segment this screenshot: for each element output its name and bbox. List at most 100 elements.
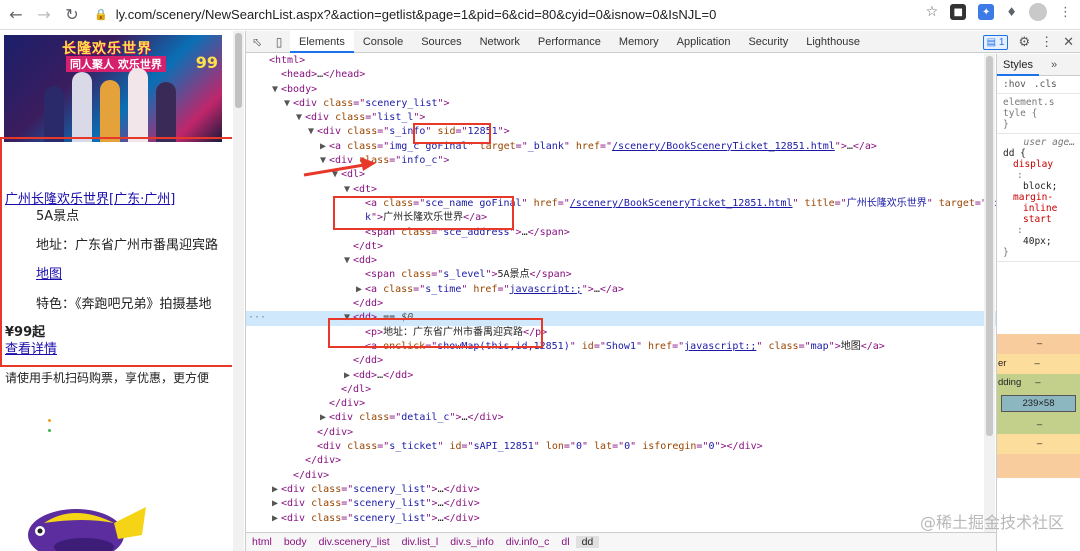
settings-gear-icon[interactable]: ⚙ — [1018, 34, 1030, 50]
attr-name-token: href — [533, 197, 558, 209]
tab-performance[interactable]: Performance — [529, 31, 610, 53]
more-tabs-icon[interactable]: » — [1051, 59, 1057, 71]
scenic-banner-image[interactable]: 长隆欢乐世界 同人聚人 欢乐世界 99 — [4, 35, 222, 142]
expand-toggle-icon[interactable]: ▶ — [320, 411, 329, 425]
star-icon[interactable]: ☆ — [926, 4, 939, 20]
view-detail-link[interactable]: 查看详情 — [5, 338, 57, 357]
expand-toggle-icon[interactable]: ▶ — [272, 497, 281, 511]
crumb-scenery-list[interactable]: div.scenery_list — [313, 536, 396, 548]
dom-tree[interactable]: <html> <head>…</head> ▼ <body> ▼ <div class="… — [246, 54, 996, 532]
puzzle-icon[interactable]: ♦ — [1006, 5, 1017, 19]
tab-styles[interactable]: Styles — [997, 54, 1039, 76]
forward-arrow-icon[interactable]: → — [32, 3, 56, 27]
profile-avatar[interactable] — [1029, 3, 1047, 21]
node-actions-icon[interactable]: ··· — [248, 311, 266, 325]
poi-name-line[interactable]: 广州长隆欢乐世界[广东·广州] — [5, 188, 175, 207]
extension-2-icon[interactable]: ✦ — [978, 4, 995, 20]
dom-node-line[interactable]: </dd> — [246, 354, 996, 368]
dom-node-line[interactable]: </div> — [246, 426, 996, 440]
dom-node-line[interactable]: <html> — [246, 54, 996, 68]
dom-node-line[interactable]: </div> — [246, 469, 996, 483]
crumb-s-info[interactable]: div.s_info — [444, 536, 500, 548]
expand-toggle-icon[interactable]: ▶ — [356, 283, 365, 297]
tab-elements[interactable]: Elements — [290, 30, 354, 53]
dom-node-line[interactable]: ▶ <div class="scenery_list">…</div> — [246, 497, 996, 511]
dom-node-line[interactable]: ▶ <div class="scenery_list">…</div> — [246, 512, 996, 526]
dom-node-line[interactable]: ▶ <div class="detail_c">…</div> — [246, 411, 996, 425]
device-toolbar-icon[interactable]: ▯ — [268, 31, 290, 53]
tag-token: <div — [281, 498, 312, 510]
dom-node-line[interactable]: </div> — [246, 454, 996, 468]
crumb-html[interactable]: html — [246, 536, 278, 548]
page-scroll-thumb[interactable] — [235, 33, 242, 108]
dom-node-line[interactable]: </dl> — [246, 383, 996, 397]
attr-value-token[interactable]: /scenery/BookSceneryTicket_12851.html — [612, 141, 835, 152]
expand-toggle-icon[interactable]: ▶ — [320, 140, 329, 154]
dom-node-line[interactable]: <div class="s_ticket" id="sAPI_12851" lo… — [246, 440, 996, 454]
tab-memory[interactable]: Memory — [610, 31, 668, 53]
dom-node-line[interactable]: ▶ <a class="s_time" href="javascript:;">…… — [246, 283, 996, 297]
poi-city-link[interactable]: 广州 — [144, 192, 170, 207]
dom-node-line[interactable]: ▼ <div class="s_info" sid="12851"> — [246, 125, 996, 139]
poi-address: 地址：广东省广州市番禺迎宾路 — [36, 238, 219, 253]
map-link[interactable]: 地图 — [36, 263, 62, 282]
expand-toggle-icon[interactable]: ▼ — [308, 125, 317, 139]
dom-node-line[interactable]: ▶ <dd>…</dd> — [246, 369, 996, 383]
dom-node-line[interactable]: </dd> — [246, 297, 996, 311]
tab-application[interactable]: Application — [668, 31, 740, 53]
expand-toggle-icon[interactable]: ▼ — [284, 97, 293, 111]
element-style-rule[interactable]: element.s tyle { } — [997, 94, 1080, 134]
crumb-info-c[interactable]: div.info_c — [500, 536, 556, 548]
menu-icon[interactable]: ⋮ — [1059, 5, 1072, 20]
tab-console[interactable]: Console — [354, 31, 412, 53]
dom-node-line[interactable]: ▼ <div class="list_l"> — [246, 111, 996, 125]
dom-node-line[interactable]: </div> — [246, 397, 996, 411]
close-icon[interactable]: ✕ — [1063, 34, 1074, 50]
dom-node-line[interactable]: <head>…</head> — [246, 68, 996, 82]
hov-toggle[interactable]: :hov — [1003, 79, 1026, 90]
crumb-dl[interactable]: dl — [555, 536, 575, 548]
blimp-mascot-icon[interactable] — [14, 493, 154, 551]
expand-toggle-icon[interactable]: ▶ — [272, 483, 281, 497]
cls-toggle[interactable]: .cls — [1034, 79, 1057, 90]
dom-node-line[interactable]: </dt> — [246, 240, 996, 254]
attr-value-token[interactable]: /scenery/BookSceneryTicket_12851.html — [570, 198, 793, 209]
dd-user-agent-rule[interactable]: user age… dd { display : block; margin- … — [997, 134, 1080, 262]
expand-toggle-icon[interactable]: ▼ — [272, 83, 281, 97]
back-arrow-icon[interactable]: ← — [4, 3, 28, 27]
expand-toggle-icon[interactable]: ▼ — [344, 254, 353, 268]
tab-security[interactable]: Security — [739, 31, 797, 53]
attr-value-token[interactable]: javascript:; — [510, 284, 582, 295]
dom-node-line[interactable]: <span class="s_level">5A景点</span> — [246, 268, 996, 282]
crumb-body[interactable]: body — [278, 536, 313, 548]
colon-2: : — [1017, 225, 1023, 236]
inspect-element-icon[interactable]: ⬁ — [246, 31, 268, 53]
tab-network[interactable]: Network — [471, 31, 529, 53]
more-options-icon[interactable]: ⋮ — [1040, 34, 1053, 50]
dom-node-line[interactable]: ▼ <body> — [246, 83, 996, 97]
dom-node-line[interactable]: ▼ <dd> — [246, 254, 996, 268]
extension-1-icon[interactable]: ■ — [950, 4, 967, 20]
address-bar[interactable]: 🔒 ly.com/scenery/NewSearchList.aspx?&act… — [94, 3, 954, 27]
page-scrollbar[interactable] — [233, 31, 244, 551]
tab-sources[interactable]: Sources — [412, 31, 470, 53]
dom-scroll-thumb[interactable] — [986, 56, 993, 436]
tag-token: " — [437, 441, 450, 453]
tag-token: </div> — [443, 512, 480, 524]
tab-lighthouse[interactable]: Lighthouse — [797, 31, 869, 53]
crumb-dd[interactable]: dd — [575, 536, 600, 548]
crumb-list-l[interactable]: div.list_l — [396, 536, 445, 548]
issues-badge[interactable]: ▤ 1 — [982, 34, 1009, 50]
tag-token: =" — [834, 197, 847, 209]
dom-node-line[interactable]: ▶ <a class="img_c goFinal" target="_blank… — [246, 140, 996, 154]
expand-toggle-icon[interactable]: ▶ — [272, 512, 281, 526]
expand-toggle-icon[interactable]: ▼ — [296, 111, 305, 125]
dom-tree-scrollbar[interactable] — [984, 54, 995, 532]
dom-node-line[interactable]: ▼ <div class="scenery_list"> — [246, 97, 996, 111]
dom-node-line[interactable]: ▶ <div class="scenery_list">…</div> — [246, 483, 996, 497]
expand-toggle-icon[interactable]: ▶ — [344, 369, 353, 383]
attr-name-token: class — [311, 512, 342, 524]
banner-price: 99 — [195, 53, 218, 72]
reload-icon[interactable]: ↻ — [60, 3, 84, 27]
attr-value-token[interactable]: javascript:; — [684, 341, 756, 352]
